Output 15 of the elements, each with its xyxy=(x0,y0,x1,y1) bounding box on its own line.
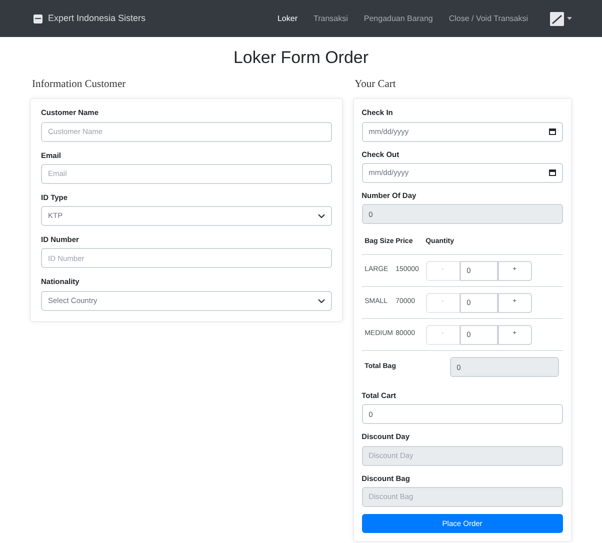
nav-link[interactable]: Transaksi xyxy=(314,12,348,24)
chevron-down-icon xyxy=(318,214,325,218)
nav-link[interactable]: Close / Void Transaksi xyxy=(448,12,528,24)
calendar-icon[interactable] xyxy=(549,128,556,135)
nav-link[interactable]: Loker xyxy=(277,12,298,24)
section-heading: Your Cart xyxy=(354,78,397,92)
calendar-icon[interactable] xyxy=(549,169,556,176)
caret-icon[interactable] xyxy=(567,17,572,20)
chevron-down-icon xyxy=(318,298,325,302)
page-title: Loker Form Order xyxy=(232,47,370,69)
box-icon xyxy=(33,14,43,24)
nav-link[interactable]: Pengaduan Barang xyxy=(364,12,433,24)
section-heading: Information Customer xyxy=(31,78,127,92)
avatar-icon[interactable] xyxy=(550,12,564,26)
brand-link[interactable]: Expert Indonesia Sisters xyxy=(48,12,146,26)
